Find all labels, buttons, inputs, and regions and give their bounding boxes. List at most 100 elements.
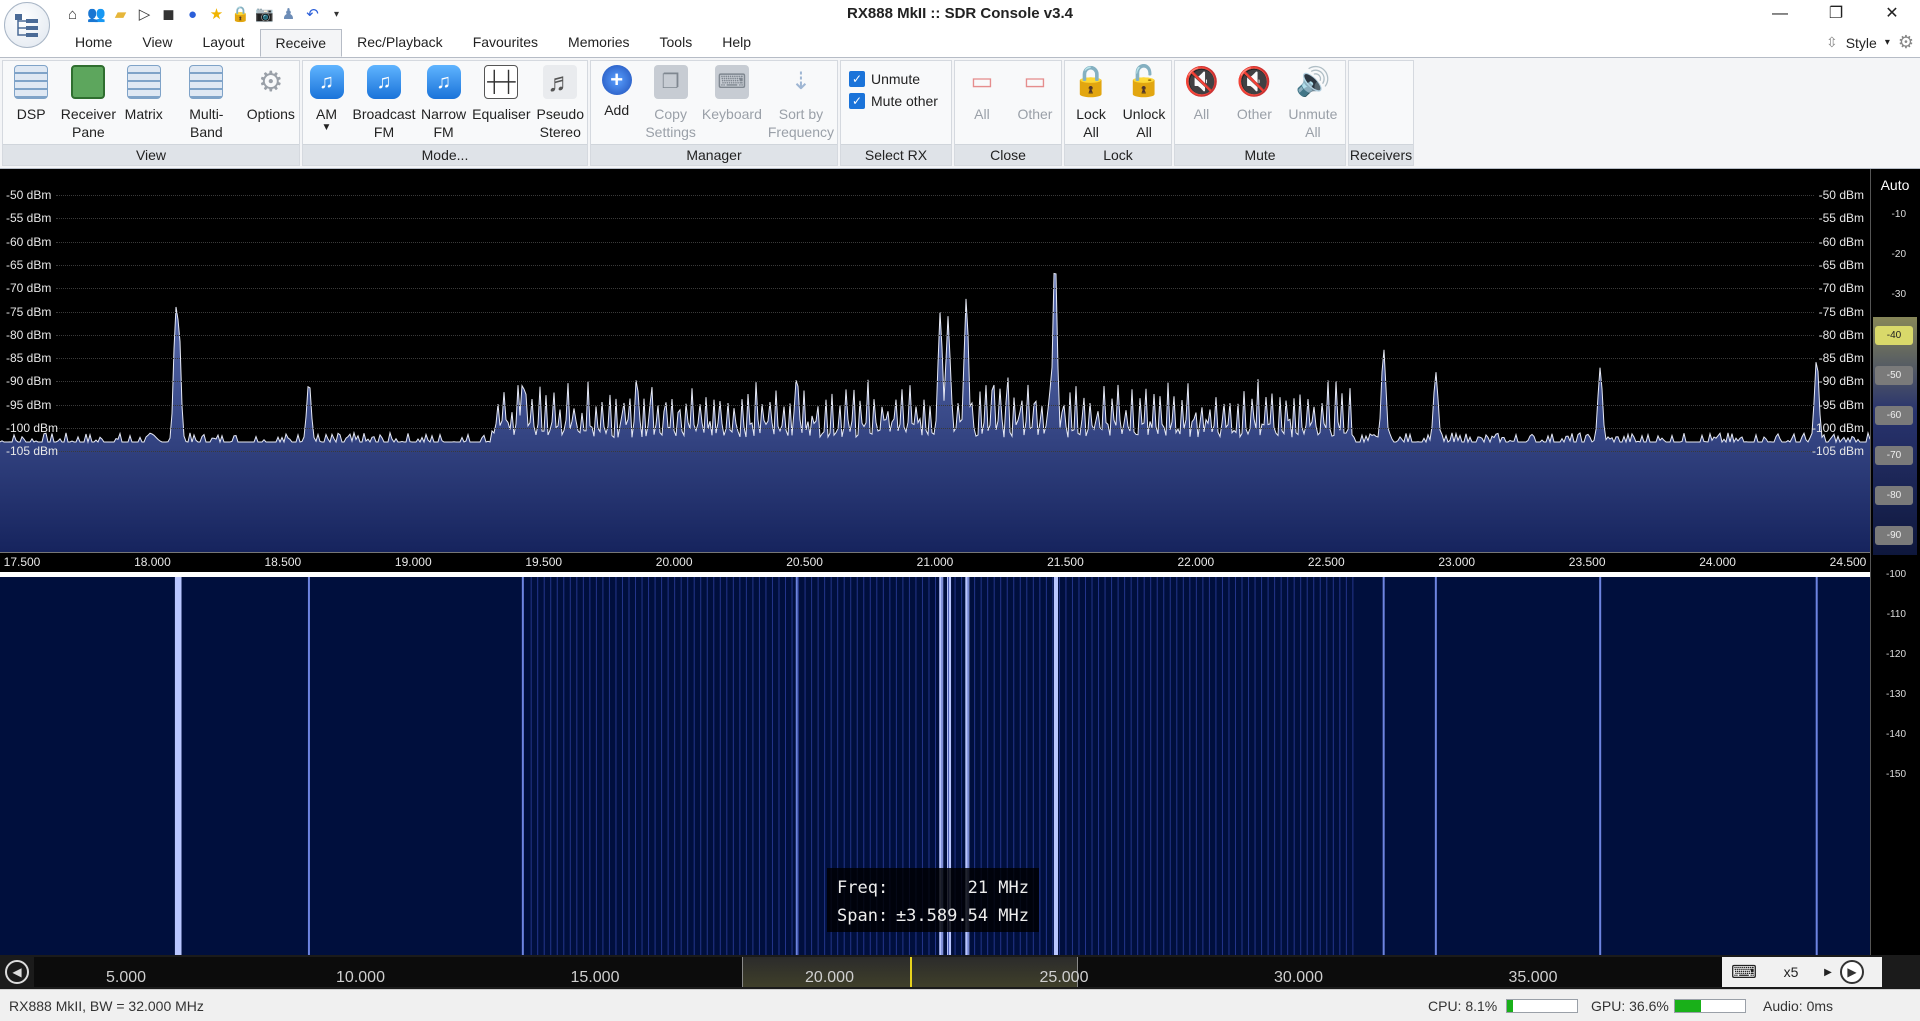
mute-other-button[interactable]: 🔇 Other	[1228, 61, 1281, 147]
menu-home[interactable]: Home	[60, 28, 127, 57]
menu-memories[interactable]: Memories	[553, 28, 644, 57]
undo-icon[interactable]: ↶	[302, 4, 323, 25]
menu-help[interactable]: Help	[707, 28, 766, 57]
waterfall-level-scale[interactable]: Auto -10 -20 -30 -40 -50 -60 -70 -80 -90 -100 -110…	[1870, 169, 1920, 955]
unmute-all-button[interactable]: 🔊 Unmute All	[1281, 61, 1345, 147]
waterfall-carrier-line	[648, 577, 650, 955]
menu-receive[interactable]: Receive	[259, 29, 343, 57]
dbm-label-left: -100 dBm	[6, 421, 59, 435]
waterfall-carrier-line	[791, 577, 793, 955]
receiver-pane-button[interactable]: Receiver Pane	[59, 61, 117, 147]
group-label-mode: Mode...	[303, 144, 587, 165]
lock-all-button[interactable]: 🔒 Lock All	[1065, 61, 1117, 147]
frequency-tick-label: 21.000	[916, 555, 954, 569]
add-receiver-button[interactable]: + Add	[591, 61, 642, 147]
camera-icon[interactable]: 📷	[254, 4, 275, 25]
copy-settings-button[interactable]: ❐ Copy Settings	[642, 61, 699, 147]
overview-tick-label: 30.000	[1274, 969, 1323, 986]
dbm-label-left: -75 dBm	[6, 304, 52, 319]
unmute-checkbox[interactable]: ✓ Unmute	[849, 71, 951, 87]
unlock-all-button[interactable]: 🔓 Unlock All	[1117, 61, 1171, 147]
menu-tools[interactable]: Tools	[645, 28, 708, 57]
menu-rec-playback[interactable]: Rec/Playback	[342, 28, 458, 57]
waterfall-carrier-line	[1332, 577, 1334, 955]
menu-view[interactable]: View	[127, 28, 187, 57]
equaliser-button[interactable]: ┼┼ Equaliser	[469, 61, 533, 147]
frequency-tick-label: 19.000	[394, 555, 432, 569]
lock-icon[interactable]: 🔒	[230, 4, 251, 25]
minimize-button[interactable]: —	[1752, 0, 1808, 28]
spectrum-display[interactable]: -50 dBm -50 dBm -55 dBm -55 dBm -60 dBm -60 d…	[0, 169, 1870, 574]
dsp-button[interactable]: DSP	[3, 61, 59, 147]
scroll-left-button[interactable]: ◀	[5, 960, 29, 984]
app-menu-button[interactable]	[4, 2, 50, 48]
menu-layout[interactable]: Layout	[187, 28, 259, 57]
auto-scale-button[interactable]: Auto	[1871, 177, 1919, 193]
zoom-arrow-icon[interactable]: ▶	[1816, 967, 1840, 978]
home-icon[interactable]: ⌂	[62, 4, 83, 25]
restore-button[interactable]: ❐	[1808, 0, 1864, 28]
style-label: Style	[1845, 34, 1877, 51]
tooltip-span-label: Span:	[837, 906, 889, 926]
keyboard-button[interactable]: ⌨ Keyboard	[699, 61, 765, 147]
keyboard-icon[interactable]: ⌨	[1722, 962, 1766, 983]
waterfall-carrier-line	[1352, 577, 1354, 955]
close-button[interactable]: ✕	[1864, 0, 1920, 28]
star-icon[interactable]: ★	[206, 4, 227, 25]
matrix-button[interactable]: Matrix	[117, 61, 170, 147]
waterfall-carrier-line	[1306, 577, 1308, 955]
style-selector[interactable]: ⇳ Style ▾ ⚙	[1826, 28, 1914, 57]
waterfall-carrier-line	[804, 577, 806, 955]
close-window-icon: ▭	[970, 68, 994, 95]
users-icon[interactable]: 👥	[86, 4, 107, 25]
frequency-tick-label: 22.000	[1177, 555, 1215, 569]
stop-icon[interactable]: ◼	[158, 4, 179, 25]
overview-track[interactable]: 5.000 10.000 15.000 20.000 25.000 30.000 35.00…	[34, 957, 1722, 987]
pseudo-stereo-button[interactable]: ♬ Pseudo Stereo	[534, 61, 587, 147]
dbm-label-left: -105 dBm	[6, 444, 59, 459]
broadcast-fm-button[interactable]: ♫ Broadcast FM	[350, 61, 418, 147]
mute-other-checkbox[interactable]: ✓ Mute other	[849, 93, 951, 109]
waterfall-carrier-line	[674, 577, 676, 955]
waterfall-carrier-line	[1274, 577, 1276, 955]
waterfall-carrier-line	[771, 577, 773, 955]
cpu-meter-fill	[1507, 1000, 1513, 1012]
frequency-tooltip: Freq: 21 MHz Span: ±3.589.54 MHz	[827, 868, 1039, 932]
scale-tick-label: -110	[1886, 609, 1906, 620]
menu-favourites[interactable]: Favourites	[458, 28, 553, 57]
folder-icon[interactable]: ▰	[110, 4, 131, 25]
scale-range-band	[1873, 317, 1917, 555]
quick-access-toolbar: ⌂ 👥 ▰ ▷ ◼ ● ★ 🔒 📷 ♟ ↶ ▾	[62, 2, 347, 26]
checkmark-icon: ✓	[849, 71, 865, 87]
waterfall-display[interactable]: Freq: 21 MHz Span: ±3.589.54 MHz	[0, 577, 1870, 955]
waterfall-carrier-line	[1313, 577, 1315, 955]
zoom-value[interactable]: x5	[1766, 964, 1816, 980]
person-icon[interactable]: ♟	[278, 4, 299, 25]
waterfall-carrier-line	[1169, 577, 1171, 955]
dropdown-icon[interactable]: ▾	[326, 4, 347, 25]
am-mode-button[interactable]: ♫ AM ▼	[303, 61, 350, 147]
title-bar: ⌂ 👥 ▰ ▷ ◼ ● ★ 🔒 📷 ♟ ↶ ▾ RX888 MkII :: SD…	[0, 0, 1920, 28]
scroll-right-button[interactable]: ▶	[1840, 960, 1864, 984]
waterfall-carrier-line	[1345, 577, 1347, 955]
sort-by-frequency-button[interactable]: ⇣ Sort by Frequency	[765, 61, 837, 147]
mute-all-button[interactable]: 🔇 All	[1175, 61, 1228, 147]
waterfall-signal-line	[1815, 577, 1818, 955]
dbm-label-right: -50 dBm	[1818, 188, 1864, 202]
multi-band-button[interactable]: Multi-Band	[170, 61, 243, 147]
gear-icon[interactable]: ⚙	[1898, 32, 1914, 53]
frequency-tick-label: 20.500	[786, 555, 823, 569]
play-icon[interactable]: ▷	[134, 4, 155, 25]
options-button[interactable]: ⚙ Options	[243, 61, 299, 147]
group-label-mute: Mute	[1175, 144, 1345, 165]
dbm-label-right: -80 dBm	[1818, 327, 1864, 342]
audio-status: Audio: 0ms	[1763, 998, 1834, 1014]
scale-tick-label: -90	[1875, 526, 1913, 545]
waterfall-carrier-line	[680, 577, 682, 955]
record-icon[interactable]: ●	[182, 4, 203, 25]
narrow-fm-button[interactable]: ♫ Narrow FM	[418, 61, 469, 147]
cpu-status: CPU: 8.1%	[1428, 998, 1498, 1014]
close-all-button[interactable]: ▭ All	[955, 61, 1009, 147]
close-other-button[interactable]: ▭ Other	[1009, 61, 1061, 147]
overview-bar: ◀ 5.000 10.000 15.000 20.000 25.000 30.000 35.…	[0, 955, 1920, 989]
